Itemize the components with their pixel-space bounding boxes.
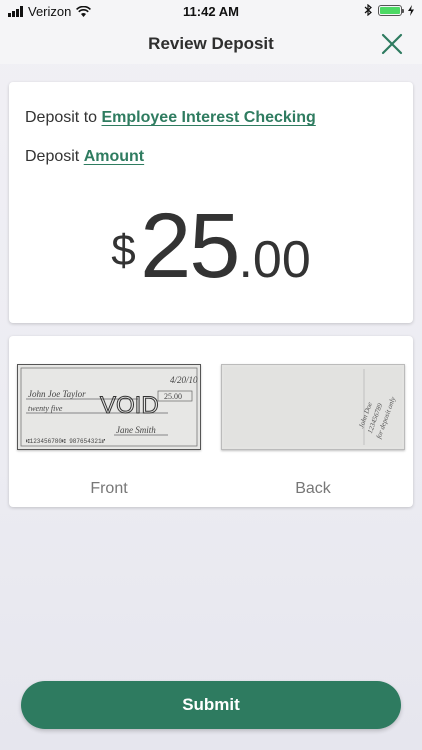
battery-level — [380, 6, 400, 14]
bluetooth-icon — [364, 4, 372, 16]
svg-text:Jane Smith: Jane Smith — [116, 425, 156, 435]
back-label: Back — [295, 480, 331, 497]
svg-text:4/20/10: 4/20/10 — [170, 375, 198, 385]
currency-symbol: $ — [111, 226, 136, 275]
amount-cents: .00 — [238, 231, 311, 289]
status-right — [364, 4, 414, 16]
deposit-amount-row: Deposit Amount — [25, 148, 144, 166]
svg-text:25.00: 25.00 — [164, 392, 182, 401]
submit-button[interactable]: Submit — [21, 681, 401, 729]
check-front-image[interactable]: 4/20/10 John Joe Taylor 25.00 twenty fiv… — [17, 364, 201, 450]
deposit-to-row: Deposit to Employee Interest Checking — [25, 109, 316, 127]
status-bar: Verizon 11:42 AM — [0, 0, 422, 24]
svg-text:⑆123456780⑆ 987654321⑈: ⑆123456780⑆ 987654321⑈ — [26, 438, 106, 445]
check-images-card: 4/20/10 John Joe Taylor 25.00 twenty fiv… — [9, 336, 413, 507]
amount-link[interactable]: Amount — [84, 148, 144, 165]
charging-bolt-icon — [408, 4, 414, 16]
close-button[interactable] — [380, 32, 404, 56]
front-label: Front — [90, 480, 128, 497]
check-back-image[interactable]: John Doe 123456789 for deposit only — [221, 364, 405, 450]
void-stamp: VOID — [100, 392, 159, 419]
svg-text:twenty five: twenty five — [28, 404, 63, 413]
close-icon — [381, 33, 403, 55]
status-time: 11:42 AM — [183, 4, 239, 19]
amount-whole: 25 — [140, 195, 240, 297]
deposit-amount-label: Deposit — [25, 148, 80, 165]
svg-text:John Joe Taylor: John Joe Taylor — [28, 389, 86, 399]
deposit-to-label: Deposit to — [25, 109, 98, 126]
nav-bar: Review Deposit — [0, 24, 422, 64]
deposit-summary-card: Deposit to Employee Interest Checking De… — [9, 82, 413, 323]
page-title: Review Deposit — [148, 34, 274, 53]
battery-icon — [378, 4, 404, 16]
account-link[interactable]: Employee Interest Checking — [102, 109, 316, 126]
amount-display: $ 25.00 — [9, 194, 413, 299]
